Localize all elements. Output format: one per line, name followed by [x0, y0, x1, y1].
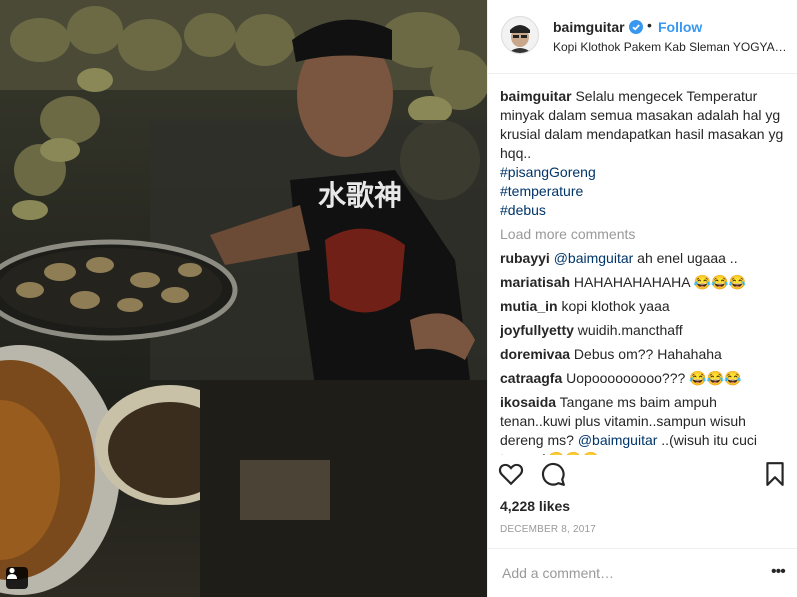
post-date: DECEMBER 8, 2017: [500, 524, 597, 535]
verified-badge-icon: [629, 20, 643, 34]
likes-count[interactable]: 4,228 likes: [500, 498, 570, 514]
comment-username[interactable]: ikosaida: [500, 394, 556, 410]
user-tag-icon[interactable]: [6, 567, 28, 589]
comment-item: ikosaida Tangane ms baim ampuh tenan..ku…: [500, 393, 788, 455]
comment-item: mariatisah HAHAHAHAHAHA 😂😂😂: [500, 273, 788, 292]
comment-username[interactable]: catraagfa: [500, 370, 562, 386]
hashtag-link[interactable]: #debus: [500, 201, 788, 220]
comment-text: kopi klothok yaaa: [557, 298, 670, 314]
avatar-image: [502, 17, 538, 53]
comment-text: Debus om?? Hahahaha: [570, 346, 722, 362]
hashtag-link[interactable]: #pisangGoreng: [500, 163, 788, 182]
more-options-button[interactable]: •••: [771, 563, 786, 581]
comment-username[interactable]: mutia_in: [500, 298, 558, 314]
comment-username[interactable]: mariatisah: [500, 274, 570, 290]
comment-mention[interactable]: @baimguitar: [578, 432, 658, 448]
comment-text: Uopooooooooo??? 😂😂😂: [562, 370, 742, 386]
comment-mention[interactable]: @baimguitar: [554, 250, 634, 266]
post-header: baimguitar • Follow Kopi Klothok Pakem K…: [488, 0, 797, 74]
follow-button[interactable]: Follow: [658, 19, 702, 35]
caption-username[interactable]: baimguitar: [500, 88, 572, 104]
load-more-comments-button[interactable]: Load more comments: [500, 225, 788, 244]
caption: baimguitar Selalu mengecek Temperatur mi…: [500, 87, 788, 220]
comments-list[interactable]: baimguitar Selalu mengecek Temperatur mi…: [500, 87, 788, 455]
comment-item: joyfullyetty wuidih.mancthaff: [500, 321, 788, 340]
comment-icon[interactable]: [540, 461, 566, 487]
comment-item: catraagfa Uopooooooooo??? 😂😂😂: [500, 369, 788, 388]
comment-item: doremivaa Debus om?? Hahahaha: [500, 345, 788, 364]
header-username[interactable]: baimguitar: [553, 19, 625, 35]
photo-scene: 水歌神: [0, 0, 487, 597]
comment-text: ah enel ugaaa ..: [633, 250, 738, 266]
avatar[interactable]: [501, 16, 539, 54]
comment-username[interactable]: joyfullyetty: [500, 322, 574, 338]
comment-text: HAHAHAHAHAHA 😂😂😂: [570, 274, 747, 290]
user-tag-glyph: [7, 567, 17, 579]
action-bar: [488, 455, 797, 495]
add-comment-bar: •••: [488, 548, 797, 597]
svg-text:水歌神: 水歌神: [318, 179, 402, 212]
add-comment-input[interactable]: [500, 561, 754, 585]
location-link[interactable]: Kopi Klothok Pakem Kab Sleman YOGYAKARTA: [553, 40, 788, 54]
separator-dot: •: [647, 17, 652, 33]
bookmark-icon[interactable]: [762, 461, 788, 487]
hashtag-link[interactable]: #temperature: [500, 182, 788, 201]
comment-item: mutia_in kopi klothok yaaa: [500, 297, 788, 316]
post-side-panel: baimguitar • Follow Kopi Klothok Pakem K…: [487, 0, 797, 597]
comment-username[interactable]: doremivaa: [500, 346, 570, 362]
comment-text: wuidih.mancthaff: [573, 322, 683, 338]
comment-item: rubayyi @baimguitar ah enel ugaaa ..: [500, 249, 788, 268]
comment-username[interactable]: rubayyi: [500, 250, 550, 266]
heart-icon[interactable]: [498, 461, 524, 487]
post-photo[interactable]: 水歌神: [0, 0, 487, 597]
